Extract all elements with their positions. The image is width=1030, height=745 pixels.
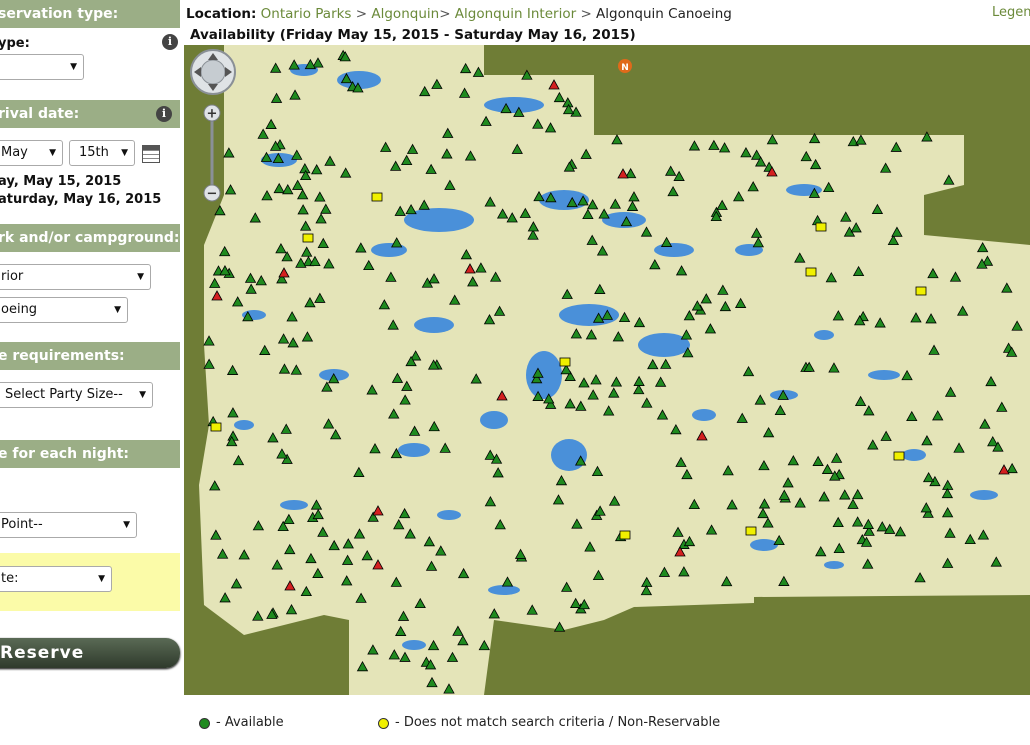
park-select[interactable]: rior ▼ bbox=[0, 264, 151, 290]
info-icon[interactable]: i bbox=[156, 106, 172, 122]
available-legend-icon bbox=[199, 718, 210, 729]
legend-link[interactable]: Legen bbox=[992, 5, 1030, 20]
non-reservable-marker[interactable] bbox=[805, 267, 817, 277]
info-icon[interactable]: i bbox=[162, 34, 178, 50]
breadcrumb-separator: > bbox=[355, 6, 368, 22]
svg-text:N: N bbox=[621, 63, 629, 73]
access-point-select[interactable]: Point-- ▼ bbox=[0, 512, 137, 538]
park-heading: rk and/or campground: bbox=[0, 224, 180, 252]
non-reservable-marker[interactable] bbox=[371, 192, 383, 202]
campsite-marker-available[interactable] bbox=[521, 69, 533, 80]
breadcrumb-algonquin-interior[interactable]: Algonquin Interior bbox=[455, 6, 576, 22]
zoom-in-button[interactable]: + bbox=[207, 107, 218, 122]
arrival-date-heading: rival date: bbox=[0, 100, 180, 128]
requirements-heading: e requirements: bbox=[0, 342, 180, 370]
non-reservable-marker[interactable] bbox=[815, 222, 827, 232]
departure-date-text: aturday, May 16, 2015 bbox=[0, 192, 162, 207]
type-label: ype: bbox=[0, 36, 30, 51]
breadcrumb: Location: Ontario Parks > Algonquin> Alg… bbox=[186, 6, 732, 22]
availability-title: Availability (Friday May 15, 2015 - Satu… bbox=[190, 27, 636, 43]
campsite-map[interactable]: + − N bbox=[184, 45, 1030, 695]
pan-control[interactable] bbox=[190, 49, 236, 95]
day-select[interactable]: 15th ▼ bbox=[69, 140, 135, 166]
non-reservable-marker[interactable] bbox=[210, 422, 222, 432]
non-reservable-legend-label: - Does not match search criteria / Non-R… bbox=[395, 715, 721, 730]
non-reservable-marker[interactable] bbox=[619, 530, 631, 540]
month-select[interactable]: May ▼ bbox=[0, 140, 63, 166]
calendar-icon[interactable] bbox=[142, 145, 160, 163]
breadcrumb-current: Algonquin Canoeing bbox=[596, 6, 732, 22]
breadcrumb-separator: > bbox=[439, 6, 451, 22]
non-reservable-marker[interactable] bbox=[915, 286, 927, 296]
arrival-date-text: ay, May 15, 2015 bbox=[0, 174, 122, 189]
non-reservable-marker[interactable] bbox=[893, 451, 905, 461]
campground-select[interactable]: oeing ▼ bbox=[0, 297, 128, 323]
non-reservable-marker[interactable] bbox=[745, 526, 757, 536]
breadcrumb-algonquin[interactable]: Algonquin bbox=[371, 6, 439, 22]
north-arrow-icon: N bbox=[618, 59, 632, 73]
party-size-select[interactable]: Select Party Size-- ▼ bbox=[0, 382, 153, 408]
non-reservable-marker[interactable] bbox=[302, 233, 314, 243]
zoom-out-button[interactable]: − bbox=[207, 187, 218, 202]
zoom-control[interactable]: + − bbox=[203, 104, 221, 202]
each-night-heading: e for each night: bbox=[0, 440, 180, 468]
breadcrumb-ontario-parks[interactable]: Ontario Parks bbox=[261, 6, 352, 22]
reservation-type-heading: servation type: bbox=[0, 0, 180, 28]
search-sidebar: servation type: ype: i ▼ rival date: i M… bbox=[0, 0, 182, 745]
breadcrumb-separator: > bbox=[580, 6, 592, 22]
site-select[interactable]: te: ▼ bbox=[0, 566, 112, 592]
map-canvas[interactable]: + − N bbox=[184, 45, 1030, 695]
non-reservable-marker[interactable] bbox=[559, 357, 571, 367]
type-select[interactable]: ▼ bbox=[0, 54, 84, 80]
location-label: Location: bbox=[186, 6, 257, 22]
non-reservable-legend-icon bbox=[378, 718, 389, 729]
reserve-button[interactable]: Reserve bbox=[0, 638, 180, 668]
available-legend-label: - Available bbox=[216, 715, 284, 730]
